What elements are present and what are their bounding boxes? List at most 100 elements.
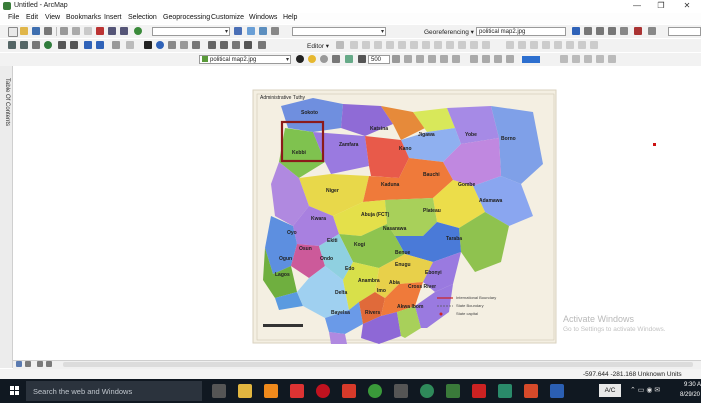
redo-icon[interactable] [120,27,128,35]
overview-icon[interactable] [416,55,424,63]
full-extent-icon[interactable] [44,41,52,49]
menu-windows[interactable]: Windows [249,14,277,21]
trace-icon[interactable] [386,41,394,49]
flicker-icon[interactable] [345,55,353,63]
toolbar-search-box[interactable] [668,27,701,36]
minimize-button[interactable]: — [626,0,648,12]
task-view-icon[interactable] [212,384,226,398]
fixed-zoom-out-icon[interactable] [70,41,78,49]
pan-icon[interactable] [32,41,40,49]
raster-tool-4-icon[interactable] [506,55,514,63]
draw-icon[interactable] [506,41,514,49]
edit-vertices-icon[interactable] [398,41,406,49]
search-box[interactable]: Search the web and Windows [26,381,202,401]
refresh-icon[interactable] [596,55,604,63]
word-icon[interactable] [550,384,564,398]
menu-selection[interactable]: Selection [128,14,157,21]
html-popup-icon[interactable] [180,41,188,49]
color-swatch[interactable] [522,56,540,63]
raster-tool-3-icon[interactable] [494,55,502,63]
app-green-icon[interactable] [498,384,512,398]
menu-view[interactable]: View [45,14,60,21]
layer-combo[interactable]: ▾ [292,27,386,36]
menu-edit[interactable]: Edit [26,14,38,21]
app-red-icon[interactable] [290,384,304,398]
italic-icon[interactable] [566,41,574,49]
menu-help[interactable]: Help [283,14,297,21]
contrast-icon[interactable] [296,55,304,63]
open-icon[interactable] [20,27,28,35]
acrobat-icon[interactable] [472,384,486,398]
go-to-xy-icon[interactable] [232,41,240,49]
reshape-icon[interactable] [410,41,418,49]
copy-icon[interactable] [72,27,80,35]
georeferencing-menu[interactable]: Georeferencing ▾ [424,28,474,36]
measure-icon[interactable] [192,41,200,49]
search-window-icon[interactable] [271,27,279,35]
vlc-icon[interactable] [264,384,278,398]
create-viewer-icon[interactable] [258,41,266,49]
edit-tool-icon[interactable] [336,41,344,49]
identify-icon[interactable] [156,41,164,49]
app-gray-icon[interactable] [394,384,408,398]
create-features-icon[interactable] [482,41,490,49]
delete-icon[interactable] [96,27,104,35]
magnifier-icon[interactable] [404,55,412,63]
layer-compare-icon[interactable] [440,55,448,63]
split-icon[interactable] [434,41,442,49]
catalog-icon[interactable] [259,27,267,35]
time-slider-icon[interactable] [244,41,252,49]
arcmap-taskbar-icon[interactable] [446,384,460,398]
zoom-out-icon[interactable] [20,41,28,49]
menu-file[interactable]: File [8,14,19,21]
sync-icon[interactable] [560,55,568,63]
arcgis-icon[interactable] [420,384,434,398]
clock-time[interactable]: 9:30 A [684,382,701,388]
add-data-icon[interactable] [134,27,142,35]
opera-icon[interactable] [316,384,330,398]
grid-icon[interactable] [572,55,580,63]
fill-color-icon[interactable] [590,41,598,49]
chrome-icon[interactable] [368,384,382,398]
attributes-icon[interactable] [458,41,466,49]
underline-icon[interactable] [578,41,586,49]
data-view-icon[interactable] [16,361,22,367]
viewer-window-icon[interactable] [428,55,436,63]
cut-icon[interactable] [60,27,68,35]
straight-segment-icon[interactable] [362,41,370,49]
file-explorer-icon[interactable] [238,384,252,398]
lock-icon[interactable] [584,55,592,63]
transparency-icon[interactable] [320,55,328,63]
rotate-edit-icon[interactable] [446,41,454,49]
editor-menu[interactable]: Editor ▾ [307,42,329,50]
paste-icon[interactable] [84,27,92,35]
new-icon[interactable] [8,27,18,37]
save-icon[interactable] [32,27,40,35]
route-icon[interactable] [220,41,228,49]
find-icon[interactable] [208,41,216,49]
spin-icon[interactable] [392,55,400,63]
hyperlink-icon[interactable] [168,41,176,49]
refresh-view-icon[interactable] [37,361,43,367]
table-of-contents-icon[interactable] [247,27,255,35]
menu-customize[interactable]: Customize [211,14,244,21]
rotate-icon[interactable] [572,27,580,35]
scale-combo[interactable]: ▾ [152,27,230,36]
effects-icon[interactable] [452,55,460,63]
zoom-in-icon[interactable] [8,41,16,49]
fixed-zoom-in-icon[interactable] [58,41,66,49]
edit-annotation-icon[interactable] [350,41,358,49]
menu-bookmarks[interactable]: Bookmarks [66,14,101,21]
delete-links-icon[interactable] [634,27,642,35]
sketch-properties-icon[interactable] [470,41,478,49]
print-icon[interactable] [44,27,52,35]
flicker-rate-input[interactable]: 500 [368,55,390,64]
raster-tool-2-icon[interactable] [482,55,490,63]
options-icon[interactable] [608,55,616,63]
app-red-2-icon[interactable] [342,384,356,398]
shift-icon[interactable] [584,27,592,35]
editor-toolbar-icon[interactable] [234,27,242,35]
forward-icon[interactable] [96,41,104,49]
clock-date[interactable]: 8/29/20 [680,392,700,398]
font-icon[interactable] [530,41,538,49]
